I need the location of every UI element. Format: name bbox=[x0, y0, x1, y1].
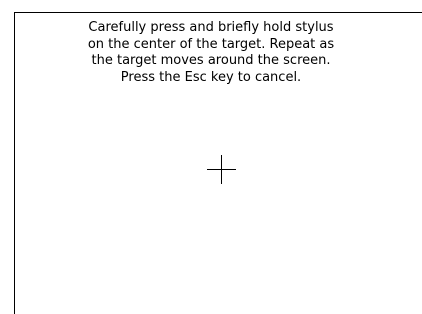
crosshair-icon[interactable] bbox=[207, 155, 236, 184]
instruction-line: on the center of the target. Repeat as bbox=[87, 36, 335, 52]
instruction-line: Press the Esc key to cancel. bbox=[120, 69, 302, 85]
crosshair-vertical-line bbox=[221, 155, 222, 184]
calibration-instructions: Carefully press and briefly hold stylus … bbox=[0, 20, 422, 86]
instruction-line: the target moves around the screen. bbox=[91, 53, 331, 68]
instruction-line: Carefully press and briefly hold stylus bbox=[88, 20, 334, 35]
